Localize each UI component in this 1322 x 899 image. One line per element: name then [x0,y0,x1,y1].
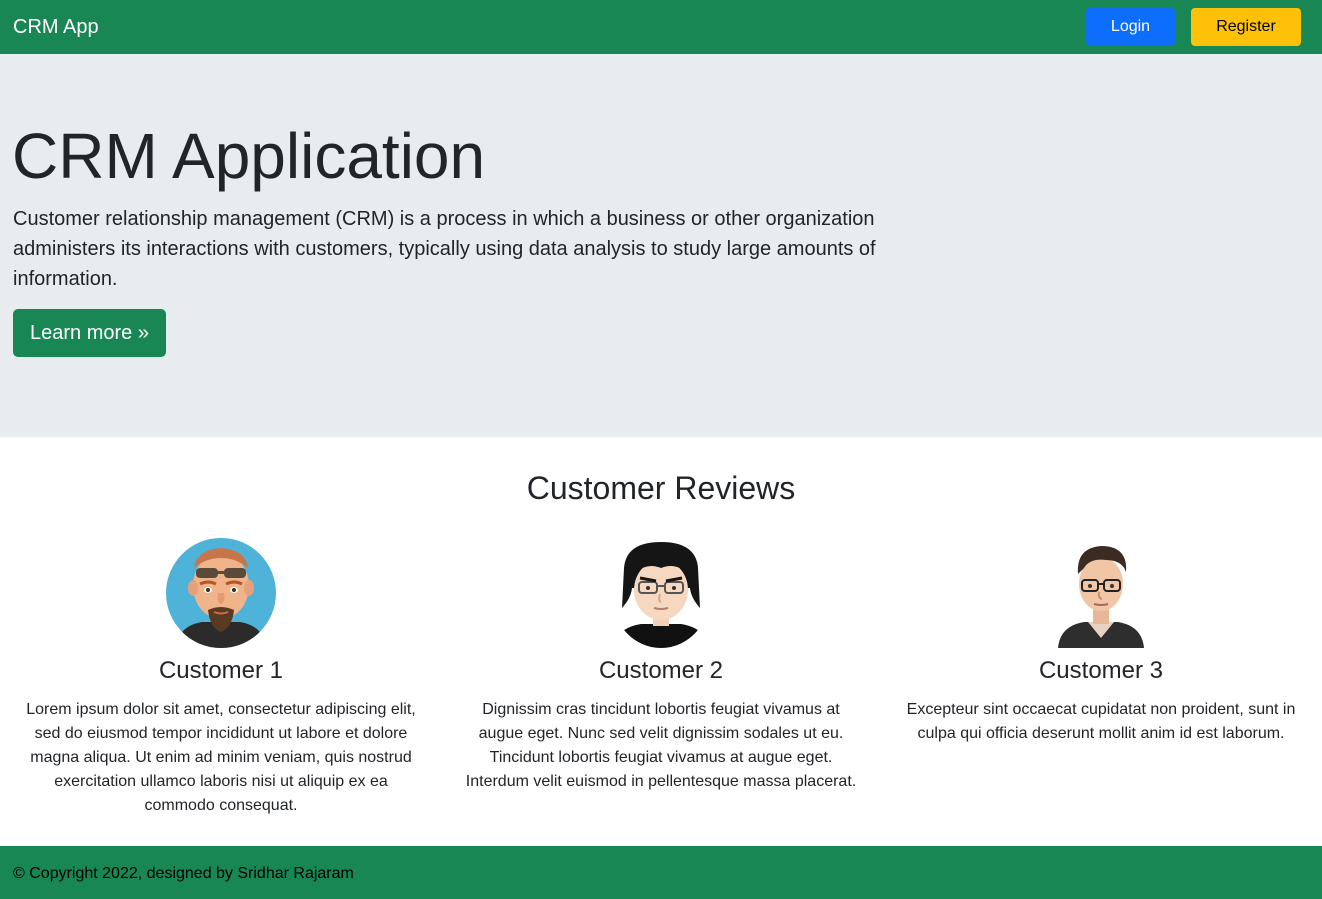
customer-review-text: Lorem ipsum dolor sit amet, consectetur … [26,701,416,814]
man-glasses-black-hair-avatar-icon [611,538,711,648]
copyright-text: © Copyright 2022, designed by Sridhar Ra… [13,865,354,882]
review-card-1: Customer 1 Lorem ipsum dolor sit amet, c… [21,538,421,818]
hero-title: CRM Application [12,120,486,192]
login-button[interactable]: Login [1086,8,1175,46]
man-glasses-jacket-avatar-icon [1046,538,1156,648]
customer-name: Customer 3 [1038,657,1164,684]
register-button[interactable]: Register [1191,8,1301,46]
hero-section: CRM Application Customer relationship ma… [0,54,1322,437]
navbar: CRM App Login Register [0,0,1322,54]
customer-review-text: Excepteur sint occaecat cupidatat non pr… [906,701,1296,742]
hero-description: Customer relationship management (CRM) i… [13,208,876,290]
review-card-2: Customer 2 Dignissim cras tincidunt lobo… [461,538,861,794]
reviews-heading: Customer Reviews [526,470,796,506]
customer-name: Customer 2 [598,657,724,684]
review-card-3: Customer 3 Excepteur sint occaecat cupid… [901,538,1301,746]
man-sunglasses-goatee-avatar-icon [166,538,276,648]
footer: © Copyright 2022, designed by Sridhar Ra… [0,846,1322,899]
brand-link[interactable]: CRM App [13,14,99,40]
customer-name: Customer 1 [158,657,284,684]
learn-more-button[interactable]: Learn more » [13,309,166,357]
customer-review-text: Dignissim cras tincidunt lobortis feugia… [465,701,857,790]
